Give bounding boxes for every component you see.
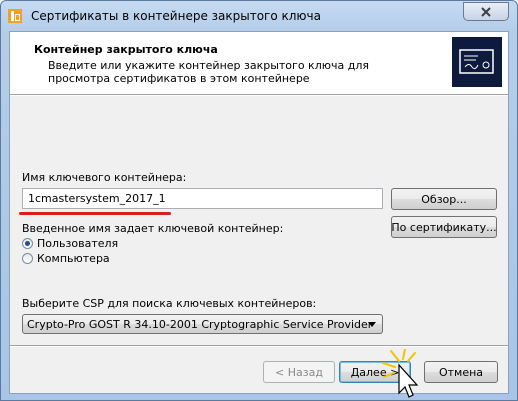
csp-label: Выберите CSP для поиска ключевых контейн… bbox=[22, 297, 317, 310]
window-title: Сертификаты в контейнере закрытого ключа bbox=[31, 9, 321, 23]
radio-user[interactable]: Пользователя bbox=[22, 237, 118, 250]
title-bar[interactable]: Сертификаты в контейнере закрытого ключа bbox=[1, 1, 517, 31]
header-separator bbox=[10, 94, 508, 96]
specifies-container-label: Введенное имя задает ключевой контейнер: bbox=[22, 222, 284, 235]
footer-separator bbox=[10, 345, 508, 347]
radio-selected-dot bbox=[25, 241, 30, 246]
certificate-logo-icon bbox=[452, 37, 502, 87]
wizard-header: Контейнер закрытого ключа Введите или ук… bbox=[10, 32, 508, 94]
csp-select[interactable]: Crypto-Pro GOST R 34.10-2001 Cryptograph… bbox=[22, 314, 383, 334]
radio-button[interactable] bbox=[22, 238, 33, 249]
back-button[interactable]: < Назад bbox=[263, 361, 335, 383]
radio-computer[interactable]: Компьютера bbox=[22, 252, 110, 265]
csp-selected-value: Crypto-Pro GOST R 34.10-2001 Cryptograph… bbox=[27, 318, 373, 331]
browse-button[interactable]: Обзор... bbox=[391, 188, 497, 210]
cancel-button[interactable]: Отмена bbox=[424, 361, 498, 383]
mouse-cursor-icon bbox=[382, 349, 419, 398]
highlight-underline bbox=[19, 212, 171, 215]
close-button[interactable] bbox=[463, 2, 509, 21]
chevron-down-icon bbox=[368, 322, 376, 327]
by-certificate-button[interactable]: По сертификату... bbox=[391, 216, 497, 238]
radio-computer-label: Компьютера bbox=[37, 252, 110, 265]
dialog-client-area: Контейнер закрытого ключа Введите или ук… bbox=[9, 31, 509, 394]
close-icon bbox=[481, 6, 491, 17]
header-title: Контейнер закрытого ключа bbox=[34, 43, 218, 56]
header-description: Введите или укажите контейнер закрытого … bbox=[48, 59, 369, 85]
dialog-window: Сертификаты в контейнере закрытого ключа… bbox=[0, 0, 518, 401]
container-name-input[interactable]: 1cmastersystem_2017_1 bbox=[22, 188, 383, 209]
container-name-label: Имя ключевого контейнера: bbox=[22, 171, 187, 184]
radio-button[interactable] bbox=[22, 253, 33, 264]
certificate-app-icon bbox=[8, 9, 22, 23]
radio-user-label: Пользователя bbox=[37, 237, 119, 250]
